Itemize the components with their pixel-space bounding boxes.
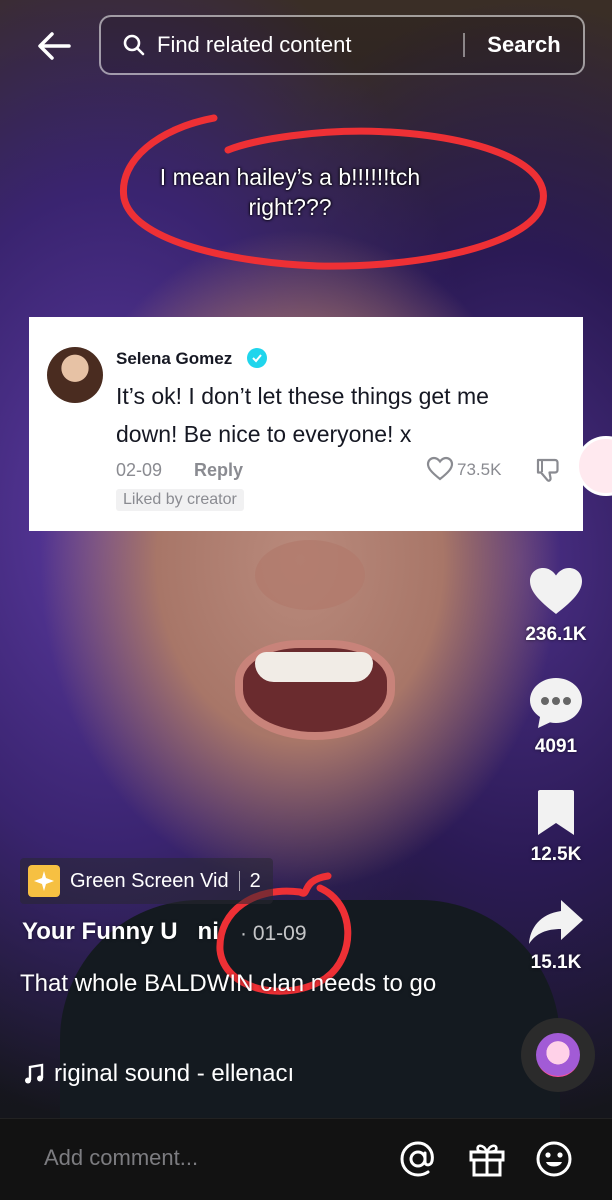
comment-count: 4091 — [534, 736, 578, 757]
video-caption-line-1: I mean hailey’s a b!!!!!!tch — [159, 164, 421, 190]
dislike-icon[interactable] — [533, 456, 561, 484]
comment-action[interactable]: 4091 — [520, 676, 592, 758]
author-name-end: ni — [197, 918, 219, 945]
share-icon[interactable] — [527, 898, 585, 946]
author-name[interactable]: Your Funny U ni — [22, 918, 219, 946]
effect-label: Green Screen Vid — [70, 869, 229, 892]
like-action[interactable]: 236.1K — [520, 566, 592, 646]
video-caption-line-2: right??? — [248, 194, 332, 220]
comment-icon[interactable] — [528, 676, 584, 730]
share-count: 15.1K — [530, 952, 582, 973]
video-caption: I mean hailey’s a b!!!!!!tch right??? — [120, 162, 460, 222]
gift-icon[interactable] — [465, 1137, 509, 1181]
comment-text: It’s ok! I don’t let these things get me… — [116, 383, 489, 447]
back-button[interactable] — [30, 22, 78, 70]
emoji-icon[interactable] — [532, 1137, 576, 1181]
mention-icon[interactable] — [396, 1137, 440, 1181]
liked-by-creator-badge: Liked by creator — [116, 489, 244, 511]
sound-link[interactable]: riginal sound - ellenacı — [22, 1060, 294, 1088]
video-description: That whole BALDWIN clan needs to go — [20, 970, 437, 997]
top-bar: Find related content Search — [0, 0, 612, 90]
effect-tag[interactable]: Green Screen Vid 2 — [20, 858, 273, 904]
reply-button[interactable]: Reply — [194, 460, 243, 481]
author-name-start: Your Funny U — [22, 918, 178, 945]
bottom-bar: Add comment... — [0, 1118, 612, 1200]
post-date: · 01-09 — [240, 922, 307, 945]
search-bar[interactable]: Find related content Search — [99, 15, 585, 75]
save-count: 12.5K — [530, 844, 582, 865]
share-action[interactable]: 15.1K — [520, 898, 592, 974]
comment-sticker[interactable]: Selena Gomez It’s ok! I don’t let these … — [29, 317, 583, 531]
music-note-icon — [22, 1062, 46, 1086]
comment-like-count: 73.5K — [457, 460, 502, 479]
video-figure-teeth — [255, 652, 373, 682]
sound-disc-art — [536, 1033, 580, 1077]
effect-sparkle-icon — [28, 865, 60, 897]
heart-outline-icon[interactable] — [426, 456, 454, 484]
search-icon — [121, 32, 147, 58]
search-input[interactable]: Find related content — [157, 32, 463, 58]
comment-date: 02-09 — [116, 460, 163, 480]
sound-disc[interactable] — [521, 1018, 595, 1092]
search-button[interactable]: Search — [465, 32, 583, 58]
heart-icon[interactable] — [528, 566, 584, 618]
video-figure-nose — [255, 540, 365, 610]
like-count: 236.1K — [525, 624, 587, 645]
effect-count: 2 — [249, 869, 261, 892]
verified-icon — [247, 348, 267, 368]
sound-name: riginal sound - ellenacı — [54, 1060, 295, 1087]
commenter-name[interactable]: Selena Gomez — [116, 349, 232, 369]
save-action[interactable]: 12.5K — [520, 788, 592, 866]
back-arrow-icon — [38, 32, 71, 60]
commenter-avatar[interactable] — [47, 347, 103, 403]
add-comment-input[interactable]: Add comment... — [44, 1145, 198, 1171]
bookmark-icon[interactable] — [534, 788, 578, 838]
effect-separator — [238, 871, 240, 891]
